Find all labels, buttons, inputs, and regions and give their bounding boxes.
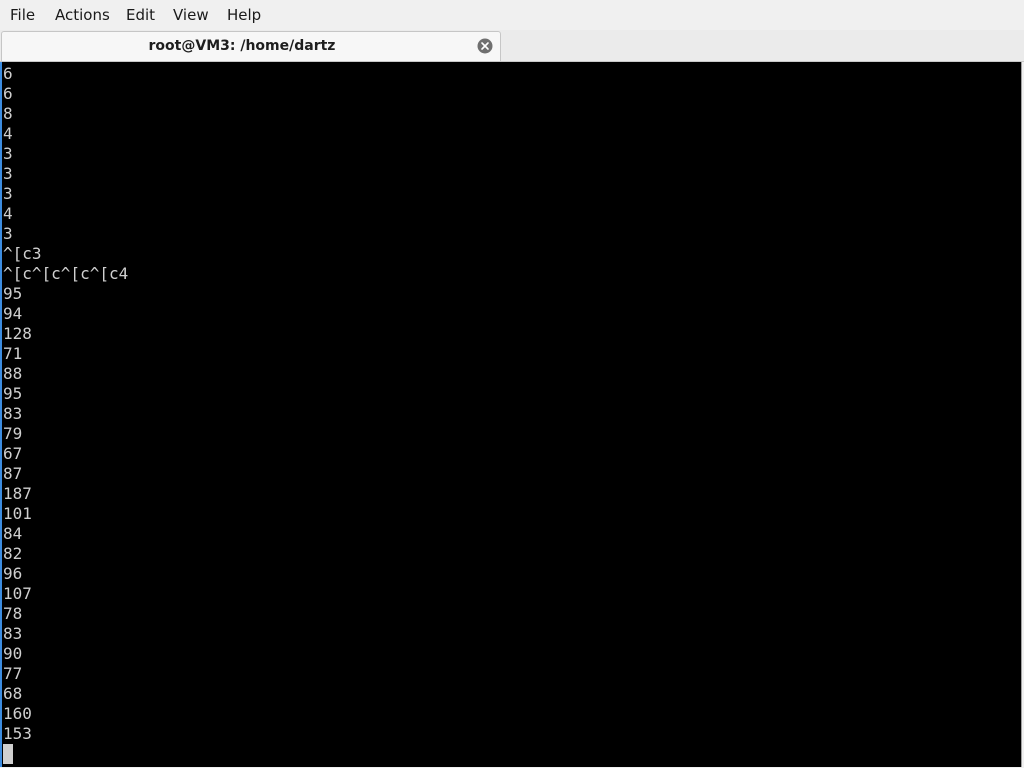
terminal-line: 71 <box>3 344 23 363</box>
terminal-line: 68 <box>3 684 23 703</box>
menu-help[interactable]: Help <box>222 0 266 30</box>
terminal-line: 84 <box>3 524 23 543</box>
terminal-cursor <box>3 744 13 764</box>
terminal-output: 6 6 8 4 3 3 3 4 3 ^[c3 ^[c^[c^[c^[c4 95 94 128 71 88 95 8… <box>3 64 128 744</box>
terminal-line: 4 <box>3 124 13 143</box>
terminal-line: 107 <box>3 584 32 603</box>
tab-bar: root@VM3: /home/dartz <box>0 30 1024 62</box>
terminal-line: 88 <box>3 364 23 383</box>
terminal-line: 90 <box>3 644 23 663</box>
menu-bar: File Actions Edit View Help <box>0 0 1024 30</box>
terminal-line: 3 <box>3 144 13 163</box>
terminal-line: 83 <box>3 404 23 423</box>
terminal-line: 83 <box>3 624 23 643</box>
terminal-line: 4 <box>3 204 13 223</box>
terminal-line: 3 <box>3 164 13 183</box>
terminal-line: 187 <box>3 484 32 503</box>
terminal-line: 78 <box>3 604 23 623</box>
terminal-line: 160 <box>3 704 32 723</box>
terminal-line: 87 <box>3 464 23 483</box>
terminal-line: 8 <box>3 104 13 123</box>
tab-terminal[interactable]: root@VM3: /home/dartz <box>1 31 501 61</box>
tab-title: root@VM3: /home/dartz <box>148 38 336 54</box>
menu-edit[interactable]: Edit <box>121 0 160 30</box>
terminal-line: 95 <box>3 284 23 303</box>
terminal-line: 6 <box>3 64 13 83</box>
terminal-window: File Actions Edit View Help root@VM3: /h… <box>0 0 1024 768</box>
menu-file[interactable]: File <box>5 0 40 30</box>
terminal-line: 79 <box>3 424 23 443</box>
terminal-line: 94 <box>3 304 23 323</box>
close-icon[interactable] <box>477 38 493 54</box>
terminal-line: 153 <box>3 724 32 743</box>
menu-view[interactable]: View <box>168 0 214 30</box>
terminal-line: ^[c^[c^[c^[c4 <box>3 264 129 283</box>
terminal-line: 67 <box>3 444 23 463</box>
terminal-line: 101 <box>3 504 32 523</box>
terminal-line: 128 <box>3 324 32 343</box>
terminal-line: 3 <box>3 224 13 243</box>
terminal-line: 77 <box>3 664 23 683</box>
terminal-line: 82 <box>3 544 23 563</box>
menu-actions[interactable]: Actions <box>50 0 115 30</box>
terminal-line: 95 <box>3 384 23 403</box>
terminal-line: 96 <box>3 564 23 583</box>
terminal-line: 3 <box>3 184 13 203</box>
terminal-area[interactable]: 6 6 8 4 3 3 3 4 3 ^[c3 ^[c^[c^[c^[c4 95 94 128 71 88 95 8… <box>0 62 1022 767</box>
terminal-line: 6 <box>3 84 13 103</box>
terminal-line: ^[c3 <box>3 244 42 263</box>
